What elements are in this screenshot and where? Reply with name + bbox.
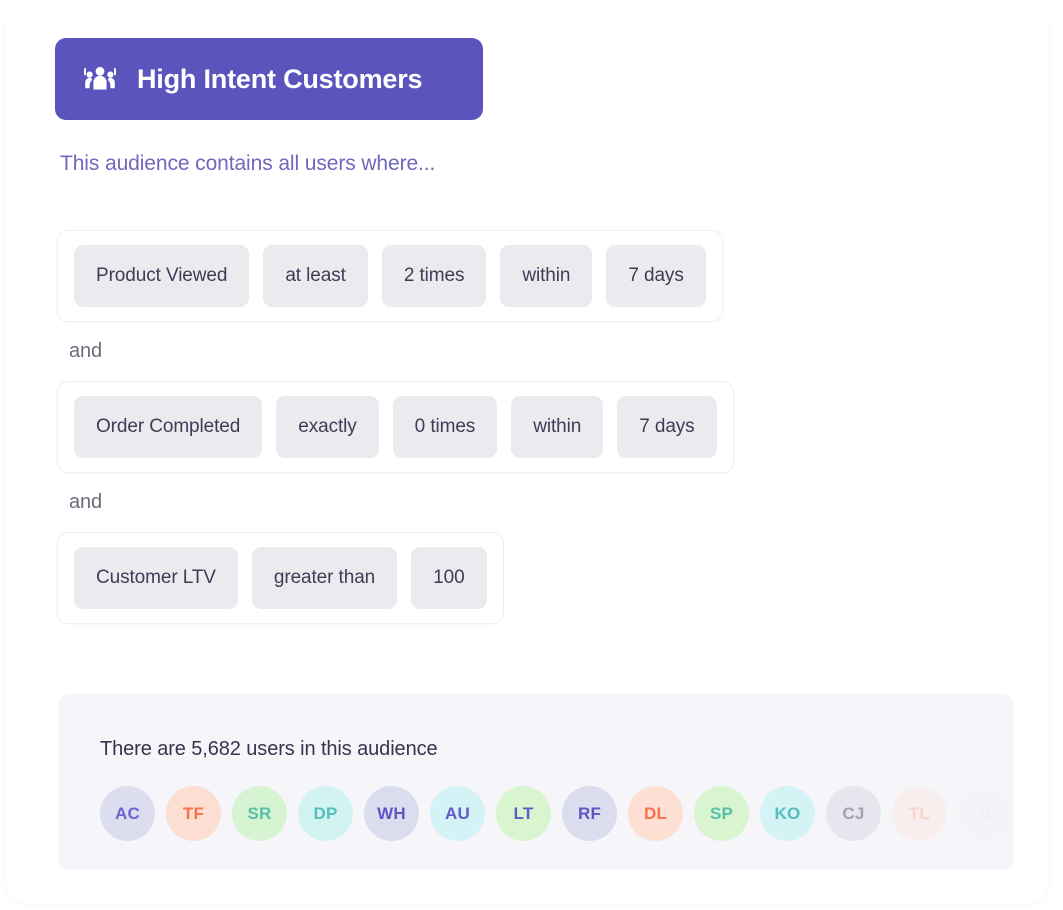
condition-chip-operator[interactable]: exactly [276,396,378,458]
condition-list: Product Viewed at least 2 times within 7… [57,230,997,624]
condition-chip-timeframe-operator[interactable]: within [500,245,592,307]
condition-chip-count[interactable]: 2 times [382,245,487,307]
avatar[interactable]: DP [298,786,353,841]
avatar[interactable]: SR [232,786,287,841]
avatar[interactable]: DL [628,786,683,841]
avatar[interactable]: TF [166,786,221,841]
condition-chip-event[interactable]: Order Completed [74,396,262,458]
avatar[interactable]: TL [892,786,947,841]
avatar[interactable]: AU [430,786,485,841]
avatar[interactable]: LT [496,786,551,841]
avatar[interactable]: KO [760,786,815,841]
condition-chip-attribute[interactable]: Customer LTV [74,547,238,609]
condition-row[interactable]: Order Completed exactly 0 times within 7… [57,381,734,473]
avatar[interactable]: SP [694,786,749,841]
avatar[interactable]: S [958,786,1013,841]
audience-user-count-text: There are 5,682 users in this audience [100,738,438,761]
condition-chip-operator[interactable]: greater than [252,547,397,609]
condition-chip-timeframe-value[interactable]: 7 days [606,245,705,307]
condition-chip-timeframe-operator[interactable]: within [511,396,603,458]
page-card: High Intent Customers This audience cont… [6,4,1048,904]
audience-description: This audience contains all users where..… [60,152,435,176]
audience-header[interactable]: High Intent Customers [55,38,483,120]
condition-connector: and [69,491,997,514]
users-group-icon [83,62,117,96]
condition-chip-count[interactable]: 0 times [393,396,498,458]
audience-summary-panel: There are 5,682 users in this audience A… [58,694,1014,870]
condition-connector: and [69,340,997,363]
avatar[interactable]: CJ [826,786,881,841]
condition-row[interactable]: Product Viewed at least 2 times within 7… [57,230,723,322]
avatar[interactable]: RF [562,786,617,841]
condition-chip-value[interactable]: 100 [411,547,486,609]
avatar[interactable]: WH [364,786,419,841]
condition-chip-operator[interactable]: at least [263,245,367,307]
condition-chip-event[interactable]: Product Viewed [74,245,249,307]
audience-avatar-list: ACTFSRDPWHAULTRFDLSPKOCJTLS [100,786,1014,841]
avatar[interactable]: AC [100,786,155,841]
audience-title: High Intent Customers [137,64,422,95]
condition-row[interactable]: Customer LTV greater than 100 [57,532,504,624]
condition-chip-timeframe-value[interactable]: 7 days [617,396,716,458]
